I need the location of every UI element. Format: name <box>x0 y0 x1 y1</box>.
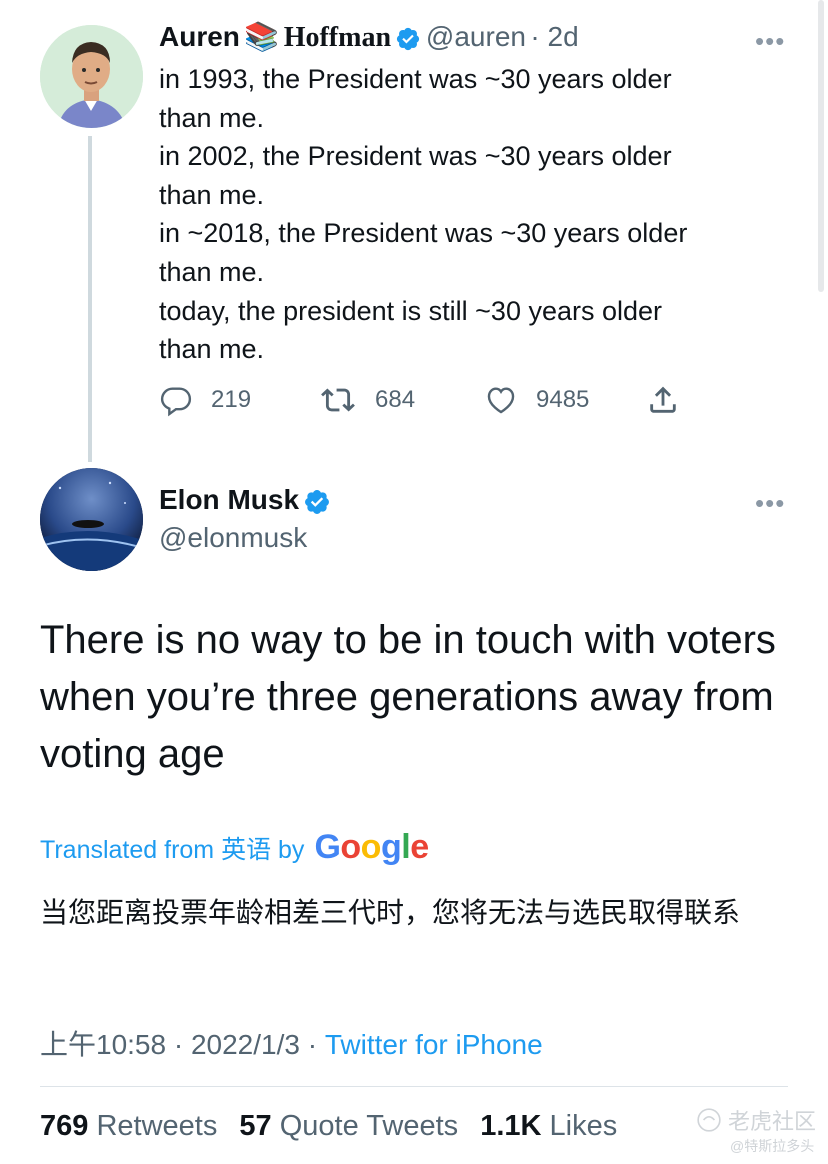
retweet-button[interactable]: 684 <box>319 380 415 420</box>
main-tweet-text: There is no way to be in touch with vote… <box>40 618 776 776</box>
tweet-action-bar: 219 684 9485 <box>159 380 699 420</box>
main-tweet-header: Elon Musk <box>159 484 331 521</box>
retweets-stat[interactable]: 769 Retweets <box>40 1110 217 1142</box>
quoted-tweet-text: in 1993, the President was ~30 years old… <box>159 60 769 369</box>
verified-badge-icon <box>303 488 331 521</box>
watermark-logo-icon <box>697 1108 721 1132</box>
author-name-last[interactable]: Hoffman <box>284 22 391 53</box>
likes-stat[interactable]: 1.1K Likes <box>480 1110 617 1142</box>
verified-badge-icon <box>395 26 421 57</box>
tweet-line: than me. <box>159 102 265 133</box>
quoted-tweet-header: Auren 📚 Hoffman @auren · 2d <box>159 20 579 57</box>
translated-label: Translated from 英语 by <box>40 835 305 864</box>
tweet-line: today, the president is still ~30 years … <box>159 295 663 326</box>
heart-icon <box>487 387 515 414</box>
translated-text: 当您距离投票年龄相差三代时，您将无法与选民取得联系 <box>40 896 741 929</box>
reply-count: 219 <box>211 386 252 413</box>
tweet-timestamp[interactable]: 上午10:58 · 2022/1/3 · <box>40 1029 325 1060</box>
share-icon <box>650 386 676 413</box>
tweet-line: in ~2018, the President was ~30 years ol… <box>159 218 688 249</box>
tweet-line: than me. <box>159 256 265 287</box>
watermark: 老虎社区 <box>696 1104 816 1136</box>
tweet-line: in 1993, the President was ~30 years old… <box>159 64 672 94</box>
quote-tweets-stat[interactable]: 57 Quote Tweets <box>239 1110 458 1142</box>
reply-icon <box>160 387 192 417</box>
tweet-line: than me. <box>159 179 265 210</box>
thread-connector-line <box>88 136 92 462</box>
watermark-text: 老虎社区 <box>728 1109 817 1134</box>
retweet-count: 684 <box>375 386 416 413</box>
scrollbar[interactable] <box>818 0 824 292</box>
author-handle[interactable]: @elonmusk <box>159 522 307 554</box>
divider <box>40 1086 788 1087</box>
google-logo: Google <box>314 828 429 866</box>
tweet-line: than me. <box>159 334 265 365</box>
tweet-stats: 769 Retweets 57 Quote Tweets 1.1K Likes <box>40 1110 617 1143</box>
auren-avatar[interactable] <box>40 25 143 128</box>
more-options-icon[interactable]: ••• <box>755 26 785 57</box>
more-options-icon[interactable]: ••• <box>755 488 785 519</box>
elon-avatar[interactable] <box>40 468 143 571</box>
share-button[interactable] <box>646 380 698 420</box>
author-name-first[interactable]: Auren <box>159 21 240 52</box>
tweet-meta: 上午10:58 · 2022/1/3 · Twitter for iPhone <box>40 1023 543 1063</box>
like-count: 9485 <box>536 386 590 413</box>
books-emoji-icon: 📚 <box>244 21 280 52</box>
translated-link[interactable]: Translated from 英语 by Google <box>40 828 429 867</box>
retweet-icon <box>321 388 355 412</box>
tweet-source-link[interactable]: Twitter for iPhone <box>325 1029 543 1060</box>
like-button[interactable]: 9485 <box>484 380 589 420</box>
watermark-sub: @特斯拉多头 <box>730 1138 815 1154</box>
tweet-line: in 2002, the President was ~30 years old… <box>159 141 672 172</box>
tweet-age[interactable]: · 2d <box>530 21 578 52</box>
author-name[interactable]: Elon Musk <box>159 484 299 515</box>
reply-button[interactable]: 219 <box>159 380 251 420</box>
author-handle[interactable]: @auren <box>426 21 526 52</box>
